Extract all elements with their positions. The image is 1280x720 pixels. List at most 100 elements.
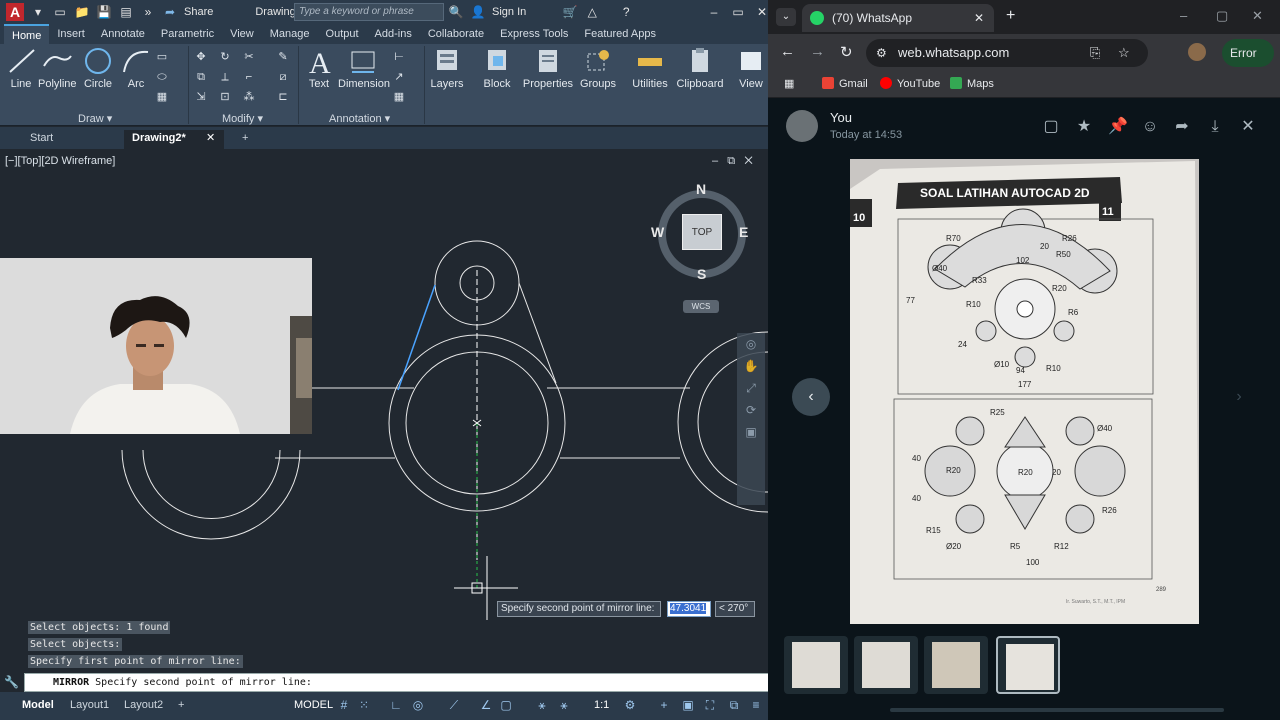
trim-icon[interactable]: ✂ bbox=[242, 50, 256, 64]
leader-icon[interactable]: ↗ bbox=[392, 70, 406, 84]
pan-hand-icon[interactable]: ✋ bbox=[737, 355, 765, 377]
monitor-icon[interactable]: ▣ bbox=[680, 697, 696, 713]
viewcube-south[interactable]: S bbox=[697, 266, 706, 282]
ribbon-tab-view[interactable]: View bbox=[222, 24, 262, 44]
layers-tool[interactable]: Layers bbox=[428, 46, 466, 90]
back-arrow-icon[interactable]: ← bbox=[780, 43, 795, 60]
bookmark-gmail[interactable]: Gmail bbox=[822, 77, 868, 90]
ribbon-tab-parametric[interactable]: Parametric bbox=[153, 24, 222, 44]
media-thumbnail[interactable] bbox=[924, 636, 988, 694]
customize-menu-icon[interactable]: ≡ bbox=[748, 697, 764, 713]
more-icon[interactable]: » bbox=[140, 4, 156, 20]
settings-gear-icon[interactable]: ⚙ bbox=[622, 697, 638, 713]
linear-dim-icon[interactable]: ⊢ bbox=[392, 50, 406, 64]
customize-wrench-icon[interactable]: 🔧 bbox=[4, 675, 19, 689]
search-icon[interactable]: 🔍 bbox=[448, 4, 464, 20]
stretch-icon[interactable]: ⇲ bbox=[194, 90, 208, 104]
save-icon[interactable]: 💾 bbox=[96, 4, 112, 20]
bookmark-youtube[interactable]: YouTube bbox=[880, 77, 940, 90]
ellipse-icon[interactable]: ⬭ bbox=[155, 70, 169, 84]
orbit-icon[interactable]: ⟳ bbox=[737, 399, 765, 421]
forward-arrow-icon[interactable]: → bbox=[810, 43, 825, 60]
annotation-visibility-icon[interactable]: ⚹ bbox=[534, 697, 550, 713]
grid-icon[interactable]: # bbox=[336, 697, 352, 713]
rotate-icon[interactable]: ↻ bbox=[218, 50, 232, 64]
a360-icon[interactable]: △ bbox=[584, 4, 600, 20]
maximize-icon[interactable]: ▭ bbox=[730, 4, 746, 20]
viewport-restore-icon[interactable]: ⧉ bbox=[727, 155, 735, 167]
close-icon[interactable]: ✕ bbox=[754, 4, 768, 20]
window-maximize-icon[interactable]: ▢ bbox=[1216, 8, 1228, 24]
snap-icon[interactable]: ⁙ bbox=[356, 697, 372, 713]
utilities-tool[interactable]: Utilities bbox=[628, 46, 672, 90]
user-icon[interactable]: 👤 bbox=[470, 4, 486, 20]
go-to-message-icon[interactable]: ▢ bbox=[1041, 117, 1061, 137]
model-space-toggle[interactable]: MODEL bbox=[294, 699, 333, 711]
search-input[interactable]: Type a keyword or phrase bbox=[294, 3, 444, 21]
ortho-icon[interactable]: ∟ bbox=[388, 697, 404, 713]
drawing-tab[interactable]: Drawing2* ✕ bbox=[124, 130, 224, 149]
viewcube-west[interactable]: W bbox=[651, 224, 664, 240]
zoom-extents-icon[interactable]: ⤢ bbox=[737, 377, 765, 399]
viewport-close-icon[interactable]: ✕ bbox=[744, 155, 752, 167]
next-media-button[interactable]: › bbox=[1220, 378, 1258, 416]
circle-tool[interactable]: Circle bbox=[80, 46, 116, 90]
start-tab[interactable]: Start bbox=[22, 130, 122, 149]
hardware-accel-icon[interactable]: ⧉ bbox=[726, 697, 742, 713]
ribbon-tab-annotate[interactable]: Annotate bbox=[93, 24, 153, 44]
dynamic-input-distance[interactable]: 47.3041 bbox=[667, 601, 711, 617]
showmotion-icon[interactable]: ▣ bbox=[737, 421, 765, 443]
address-bar[interactable]: ⚙ web.whatsapp.com ☆ ⎘ bbox=[866, 39, 1148, 67]
plus-icon[interactable]: + bbox=[656, 697, 672, 713]
polar-icon[interactable]: ◎ bbox=[410, 697, 426, 713]
draw-panel-label[interactable]: Draw ▾ bbox=[78, 112, 112, 125]
star-icon[interactable]: ★ bbox=[1074, 117, 1094, 137]
minimize-icon[interactable]: – bbox=[706, 4, 722, 20]
dynamic-input-angle[interactable]: < 270° bbox=[715, 601, 755, 617]
command-line-input[interactable]: MIRROR Specify second point of mirror li… bbox=[24, 673, 768, 692]
ribbon-tab-home[interactable]: Home bbox=[4, 24, 50, 44]
arc-tool[interactable]: Arc bbox=[120, 46, 152, 90]
ribbon-tab-manage[interactable]: Manage bbox=[262, 24, 318, 44]
line-tool[interactable]: Line bbox=[6, 46, 36, 90]
media-thumbnail[interactable] bbox=[784, 636, 848, 694]
ribbon-tab-collaborate[interactable]: Collaborate bbox=[420, 24, 492, 44]
offset-icon[interactable]: ⊏ bbox=[276, 90, 290, 104]
hatch-icon[interactable]: ▦ bbox=[155, 90, 169, 104]
add-layout-button[interactable]: + bbox=[178, 699, 184, 711]
wcs-menu[interactable]: WCS bbox=[683, 300, 719, 313]
ribbon-tab-output[interactable]: Output bbox=[318, 24, 367, 44]
viewcube-east[interactable]: E bbox=[739, 224, 748, 240]
text-tool[interactable]: A Text bbox=[302, 46, 336, 90]
steering-wheel-icon[interactable]: ◎ bbox=[737, 333, 765, 355]
ribbon-tab-express-tools[interactable]: Express Tools bbox=[492, 24, 576, 44]
reload-icon[interactable]: ↻ bbox=[840, 43, 853, 61]
pin-icon[interactable]: 📌 bbox=[1108, 117, 1128, 137]
share-button[interactable]: Share bbox=[184, 6, 213, 18]
viewcube-top-face[interactable]: TOP bbox=[682, 214, 722, 250]
clipboard-tool[interactable]: Clipboard bbox=[676, 46, 724, 90]
explode-icon[interactable]: ⧄ bbox=[276, 70, 290, 84]
new-tab-button[interactable]: + bbox=[234, 130, 254, 149]
avatar[interactable] bbox=[786, 110, 818, 142]
profile-avatar[interactable] bbox=[1188, 43, 1206, 61]
copy-icon[interactable]: ⧉ bbox=[194, 70, 208, 84]
layout-tab-model[interactable]: Model bbox=[22, 699, 54, 711]
bookmark-star-icon[interactable]: ☆ bbox=[1118, 39, 1130, 67]
table-icon[interactable]: ▦ bbox=[392, 90, 406, 104]
modify-panel-label[interactable]: Modify ▾ bbox=[222, 112, 263, 125]
layout-tab-layout1[interactable]: Layout1 bbox=[70, 699, 109, 711]
install-app-icon[interactable]: ⎘ bbox=[1090, 39, 1100, 67]
block-tool[interactable]: Block bbox=[478, 46, 516, 90]
window-minimize-icon[interactable]: – bbox=[1180, 8, 1187, 23]
viewport-minimize-icon[interactable]: – bbox=[712, 155, 718, 167]
new-file-icon[interactable]: ▭ bbox=[52, 4, 68, 20]
close-tab-icon[interactable]: ✕ bbox=[206, 130, 215, 146]
help-icon[interactable]: ? bbox=[618, 4, 634, 20]
ribbon-tab-insert[interactable]: Insert bbox=[49, 24, 93, 44]
download-icon[interactable]: ⤓ bbox=[1205, 117, 1225, 137]
tab-search-icon[interactable]: ⌄ bbox=[776, 8, 796, 26]
media-thumbnail-selected[interactable] bbox=[996, 636, 1060, 694]
viewport-controls-label[interactable]: [−][Top][2D Wireframe] bbox=[5, 155, 115, 167]
new-tab-button[interactable]: + bbox=[1006, 7, 1015, 25]
